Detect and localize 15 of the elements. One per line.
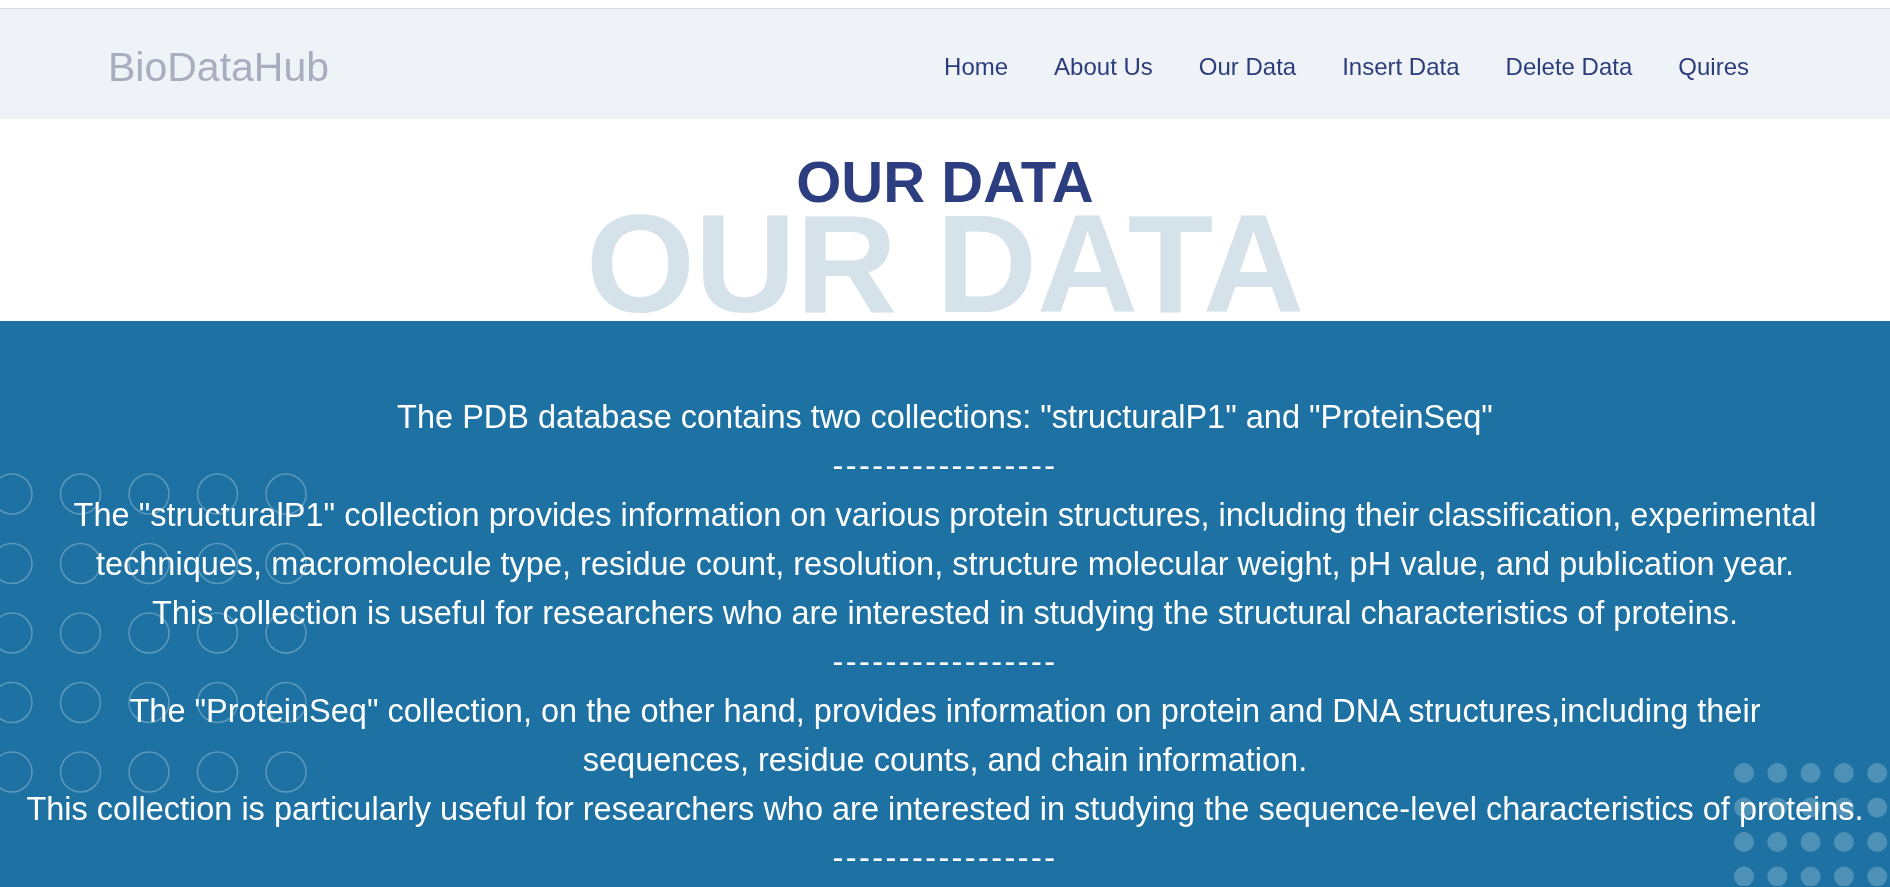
nav-link[interactable]: Home <box>944 53 1009 81</box>
paragraph-text: The PDB database contains two collections: "structuralP1" and "ProteinSeq" <box>397 398 1493 437</box>
nav-link[interactable]: Our Data <box>1198 53 1297 81</box>
dash-separator: ----------------- <box>832 447 1058 486</box>
paragraph-text: The "structuralP1" collection provides information on various protein structures, including their classification, experimental techniques, macromolecule type, residue count, resolution, structure molecular weight, pH value, and publication year. <box>72 496 1818 584</box>
paragraph-text: This collection is particularly useful for researchers who are interested in studying the sequence-level characteristics of proteins. <box>26 790 1864 829</box>
page-title: OUR DATA <box>796 156 1094 209</box>
nav-link[interactable]: Insert Data <box>1342 53 1460 81</box>
dash-separator: ----------------- <box>832 643 1058 682</box>
nav-link[interactable]: Delete Data <box>1505 53 1633 81</box>
paragraph-text: This collection is useful for researchers who are interested in studying the structural characteristics of proteins. <box>152 594 1738 633</box>
dash-separator: ----------------- <box>832 839 1058 878</box>
nav-link[interactable]: Quires <box>1678 53 1749 81</box>
nav-link[interactable]: About Us <box>1054 53 1153 81</box>
paragraph-text: The "ProteinSeq" collection, on the other hand, provides information on protein and DNA structures,including their sequences, residue counts, and chain information. <box>128 692 1762 780</box>
